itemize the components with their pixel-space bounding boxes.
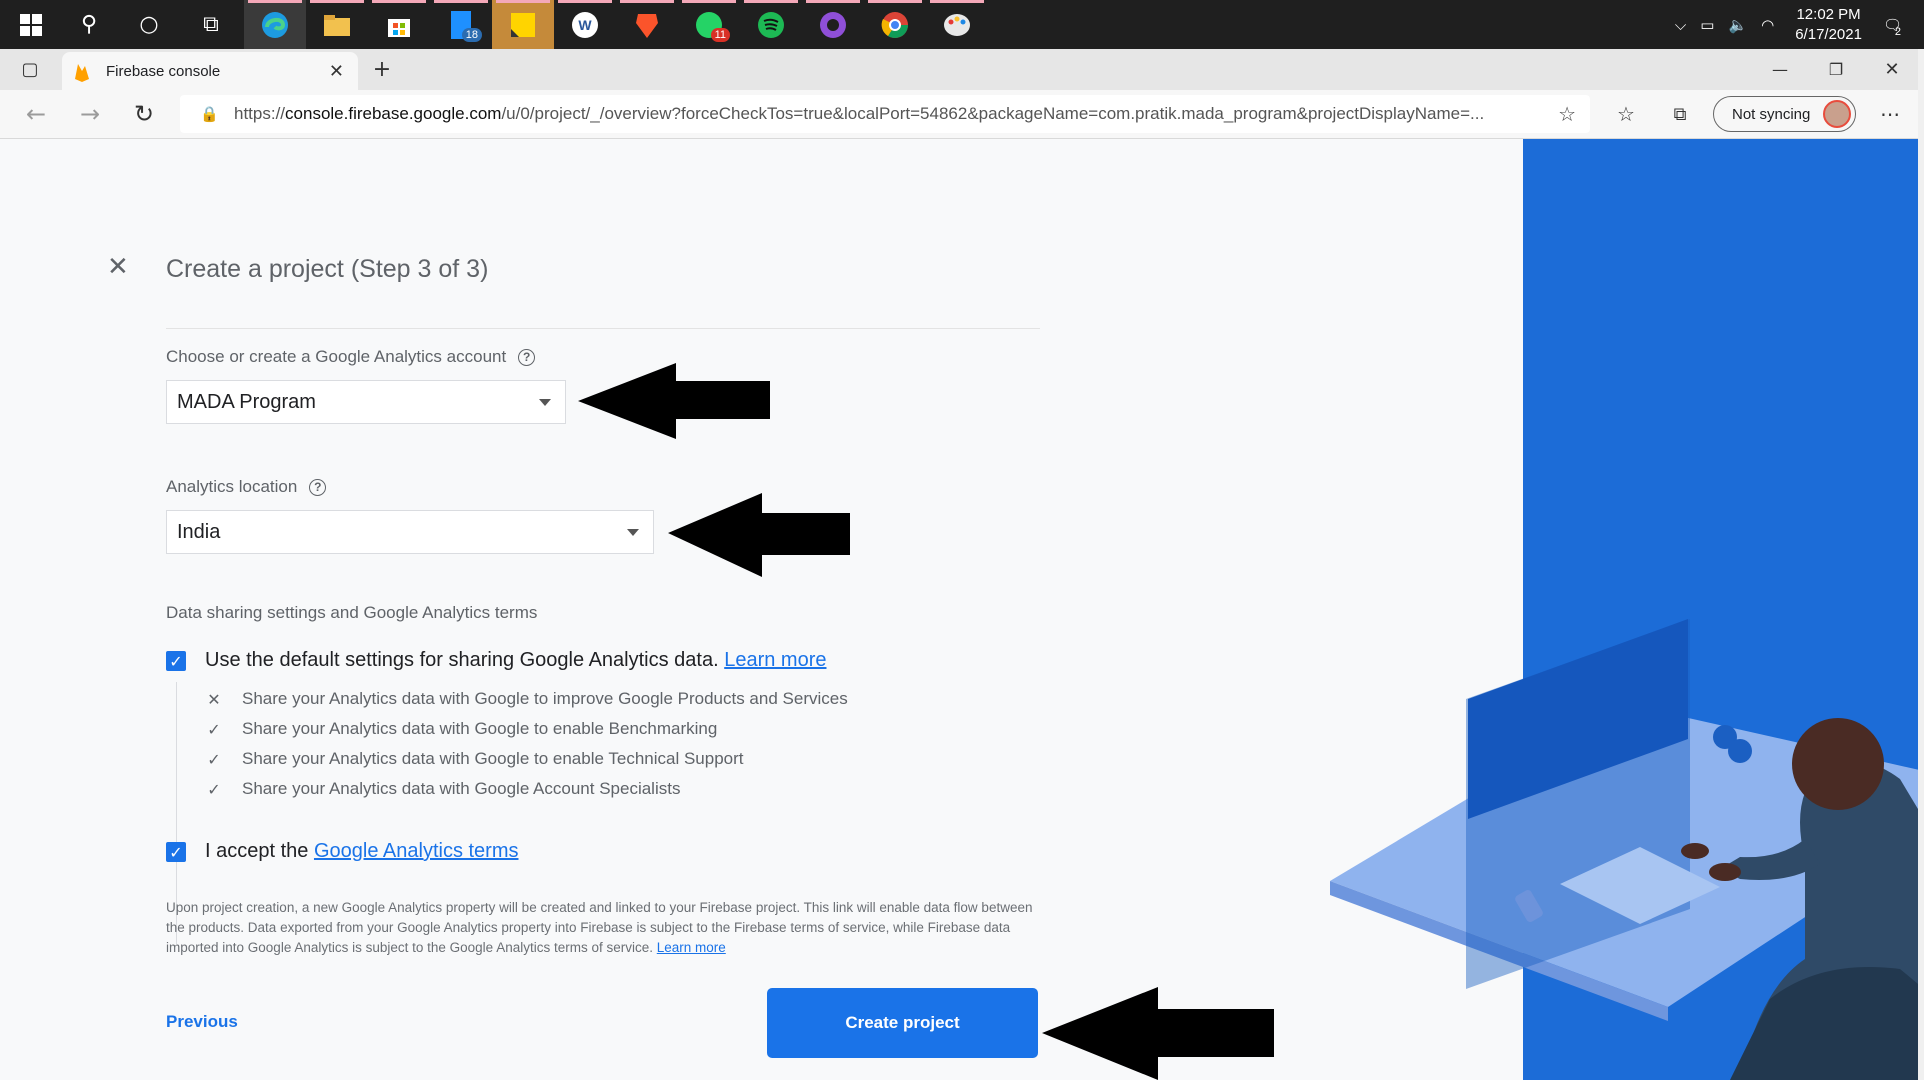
data-sharing-label: Data sharing settings and Google Analyti… (166, 603, 538, 622)
cortana-icon[interactable]: ○ (118, 0, 180, 49)
divider (166, 328, 1040, 329)
url-text[interactable]: https://console.firebase.google.com/u/0/… (234, 104, 1534, 124)
tab-actions-icon[interactable]: ▢ (10, 49, 50, 90)
more-options-icon[interactable]: ⋯ (1866, 90, 1914, 138)
system-tray: ⌵ ▭ 🔈 ◠ 12:02 PM 6/17/2021 🗨 2 (1668, 0, 1924, 49)
new-tab-icon[interactable]: + (364, 49, 400, 90)
file-explorer-icon[interactable] (306, 0, 368, 49)
window-close-icon[interactable]: ✕ (1872, 49, 1912, 90)
add-favorite-icon[interactable]: ☆ (1558, 102, 1576, 126)
sticky-notes-icon[interactable] (492, 0, 554, 49)
accept-terms-text: I accept the Google Analytics terms (205, 840, 519, 862)
page-title: Create a project (Step 3 of 3) (166, 255, 489, 283)
edge-browser-icon[interactable] (244, 0, 306, 49)
search-icon[interactable]: ⚲ (58, 0, 120, 49)
default-settings-text: Use the default settings for sharing Goo… (205, 649, 827, 671)
close-icon[interactable]: ✕ (107, 252, 129, 282)
clock[interactable]: 12:02 PM 6/17/2021 (1795, 5, 1862, 45)
analytics-location-select[interactable]: India (166, 510, 654, 554)
spotify-icon[interactable] (740, 0, 802, 49)
firebase-create-project-page: ✕ Create a project (Step 3 of 3) Choose … (0, 139, 1924, 1080)
previous-button[interactable]: Previous (166, 1012, 238, 1032)
github-desktop-icon[interactable] (802, 0, 864, 49)
analytics-terms-link[interactable]: Google Analytics terms (314, 840, 519, 862)
chrome-icon[interactable] (864, 0, 926, 49)
list-item: ✓ Share your Analytics data with Google … (205, 719, 717, 739)
create-project-button[interactable]: Create project (767, 988, 1038, 1058)
help-icon[interactable]: ? (309, 478, 327, 496)
annotation-arrow-icon (668, 493, 850, 577)
address-bar[interactable]: 🔒 https://console.firebase.google.com/u/… (180, 95, 1590, 133)
window-scrollbar[interactable] (1918, 49, 1924, 1080)
annotation-arrow-icon (578, 363, 770, 439)
fine-print: Upon project creation, a new Google Anal… (166, 900, 1033, 955)
list-item: ✓ Share your Analytics data with Google … (205, 779, 680, 799)
word-app-icon[interactable]: W (554, 0, 616, 49)
notification-center-icon[interactable]: 🗨 2 (1883, 16, 1902, 38)
forward-icon[interactable]: → (66, 90, 114, 138)
refresh-icon[interactable]: ↻ (120, 90, 168, 138)
analytics-account-label: Choose or create a Google Analytics acco… (166, 347, 536, 367)
chevron-up-icon[interactable]: ⌵ (1675, 16, 1686, 34)
firebase-flame-icon (74, 62, 92, 82)
svg-text:W: W (578, 17, 592, 33)
store-icon[interactable] (368, 0, 430, 49)
battery-icon[interactable]: ▭ (1700, 16, 1714, 34)
accept-terms-checkbox[interactable]: ✓ (166, 842, 186, 862)
task-view-icon[interactable]: ⧉ (180, 0, 242, 49)
check-icon: ✓ (207, 749, 221, 769)
tab-close-icon[interactable]: ✕ (329, 61, 344, 82)
browser-toolbar: ← → ↻ 🔒 https://console.firebase.google.… (0, 90, 1924, 139)
default-settings-checkbox[interactable]: ✓ (166, 651, 186, 671)
help-icon[interactable]: ? (518, 348, 536, 366)
wifi-icon[interactable]: ◠ (1761, 16, 1774, 34)
windows-start-icon[interactable] (0, 0, 62, 49)
brave-browser-icon[interactable] (616, 0, 678, 49)
paint-app-icon[interactable] (926, 0, 988, 49)
analytics-account-select[interactable]: MADA Program (166, 380, 566, 424)
lock-icon[interactable]: 🔒 (200, 105, 219, 123)
volume-icon[interactable]: 🔈 (1728, 16, 1747, 34)
developer-illustration (1330, 139, 1924, 1080)
close-icon: ✕ (207, 689, 221, 709)
dropdown-arrow-icon (539, 399, 551, 406)
restore-icon[interactable]: ❐ (1816, 49, 1856, 90)
windows-taskbar: ⚲ ○ ⧉ 18 W 11 ⌵ ▭ 🔈 ◠ 12:02 PM 6/17/2021… (0, 0, 1924, 49)
fine-print-learn-more-link[interactable]: Learn more (657, 940, 726, 955)
tab-firebase-console[interactable]: Firebase console ✕ (62, 52, 358, 90)
check-icon: ✓ (207, 779, 221, 799)
files-app-icon[interactable]: 18 (430, 0, 492, 49)
avatar (1823, 100, 1851, 128)
favorites-icon[interactable]: ☆ (1602, 90, 1650, 138)
learn-more-link[interactable]: Learn more (724, 649, 826, 671)
annotation-arrow-icon (1042, 987, 1274, 1080)
back-icon[interactable]: ← (12, 90, 60, 138)
list-item: ✕ Share your Analytics data with Google … (205, 689, 847, 709)
minimize-icon[interactable]: — (1760, 49, 1800, 90)
dropdown-arrow-icon (627, 529, 639, 536)
collections-icon[interactable]: ⧉ (1656, 90, 1704, 138)
profile-sync-button[interactable]: Not syncing (1713, 96, 1856, 132)
analytics-location-label: Analytics location ? (166, 477, 327, 497)
whatsapp-icon[interactable]: 11 (678, 0, 740, 49)
browser-tab-strip: ▢ Firebase console ✕ + — ❐ ✕ (0, 49, 1924, 90)
list-item: ✓ Share your Analytics data with Google … (205, 749, 743, 769)
check-icon: ✓ (207, 719, 221, 739)
